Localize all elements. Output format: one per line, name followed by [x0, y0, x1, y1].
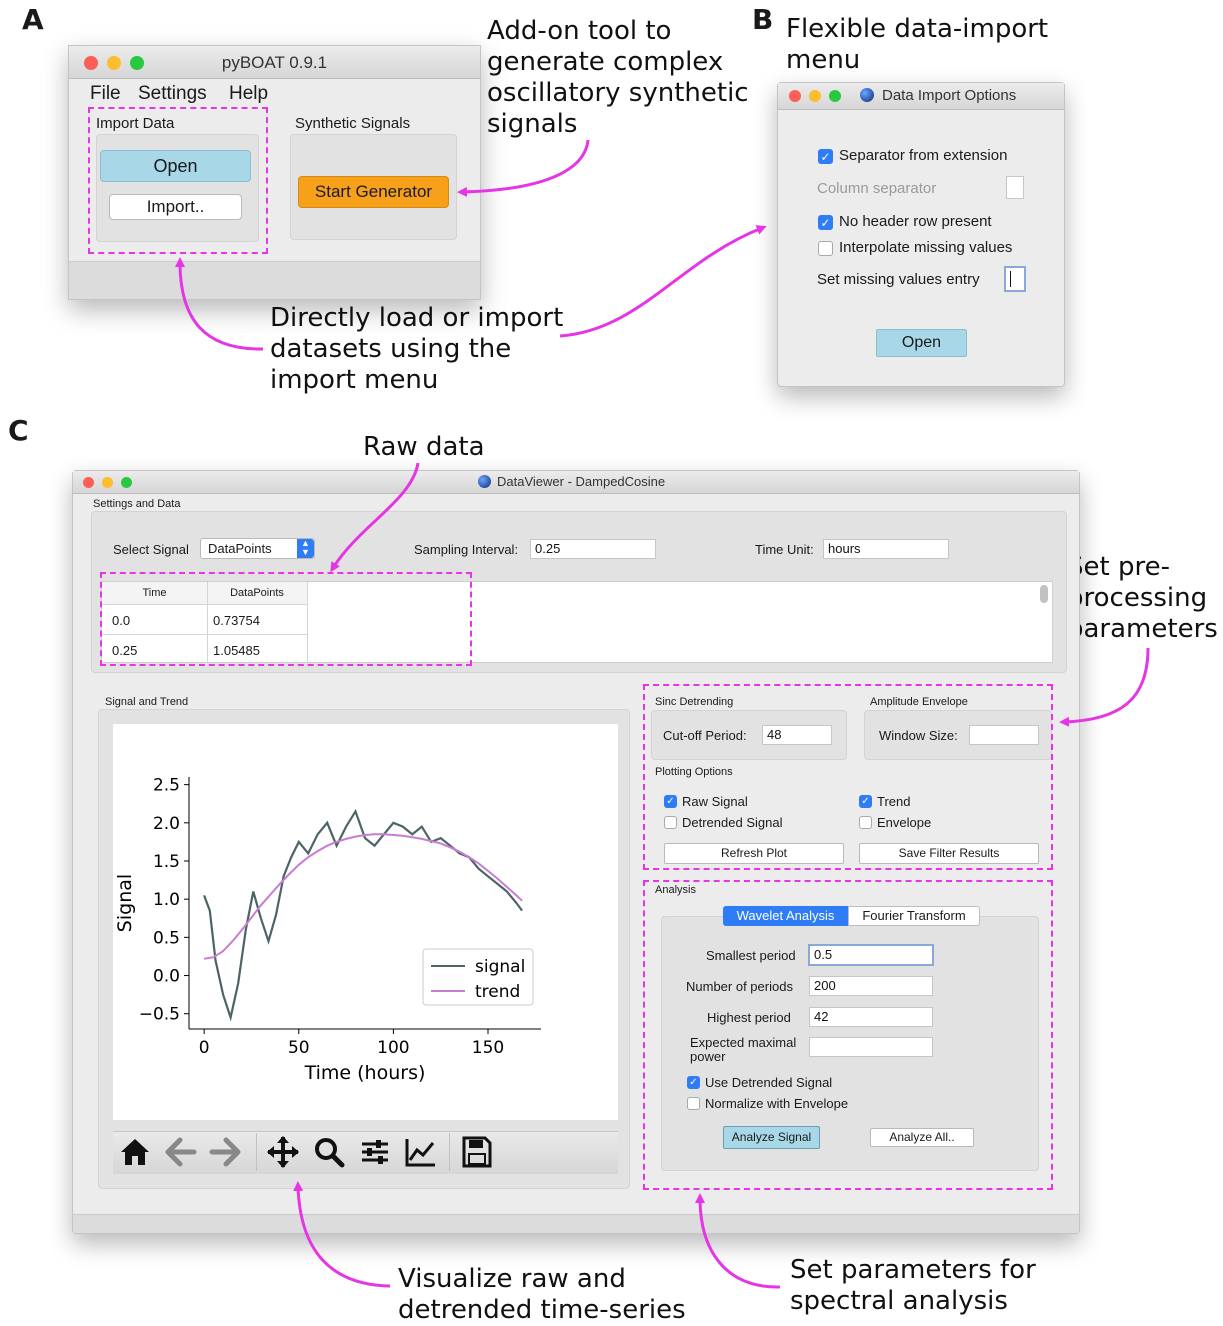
no-header-row-label: No header row present [839, 213, 992, 230]
raw-data-annotation: Raw data [363, 432, 485, 462]
y-axis-label: Signal [114, 874, 136, 932]
minimize-button[interactable] [809, 90, 821, 102]
panel-label-a: A [22, 3, 44, 36]
start-generator-button[interactable]: Start Generator [298, 176, 449, 208]
directly-load-annotation: Directly load or import datasets using t… [270, 303, 564, 395]
x-axis-label: Time (hours) [304, 1062, 426, 1084]
toolbar-separator [256, 1133, 257, 1171]
menu-settings[interactable]: Settings [138, 83, 207, 105]
edit-axis-icon[interactable] [404, 1136, 438, 1168]
y-tick-label: 1.5 [153, 852, 180, 872]
legend-label-signal: signal [475, 957, 525, 977]
dataviewer-titlebar: DataViewer - DampedCosine [73, 471, 1079, 494]
minimize-button[interactable] [102, 477, 113, 488]
window-title: pyBOAT 0.9.1 [221, 53, 328, 72]
y-tick-label: 0.0 [153, 967, 180, 987]
close-button[interactable] [83, 477, 94, 488]
table-scrollbar[interactable] [1040, 585, 1048, 603]
missing-values-entry-input[interactable] [1004, 266, 1026, 292]
x-tick-label: 50 [288, 1038, 310, 1058]
signal-plot[interactable]: −0.5 0.0 0.5 1.0 1.5 2.0 2.5 0 50 100 150 Time (hou… [113, 724, 618, 1120]
select-signal-label: Select Signal [113, 542, 189, 557]
data-import-window: Data Import Options ✓ Separator from ext… [777, 82, 1065, 387]
menu-help[interactable]: Help [229, 83, 268, 105]
zoom-icon[interactable] [313, 1136, 345, 1168]
app-logo-icon [860, 88, 874, 102]
y-tick-label: −0.5 [139, 1005, 180, 1025]
separator-from-extension-label: Separator from extension [839, 147, 1008, 164]
menu-file[interactable]: File [90, 83, 121, 105]
x-tick-label: 0 [199, 1038, 210, 1058]
select-signal-dropdown[interactable]: DataPoints ▲ ▼ [200, 538, 315, 559]
preprocessing-highlight-box [643, 684, 1053, 870]
time-unit-label: Time Unit: [755, 542, 814, 557]
y-tick-label: 0.5 [153, 928, 180, 948]
settings-data-group-label: Settings and Data [93, 498, 181, 510]
synthetic-signals-group-label: Synthetic Signals [295, 115, 411, 132]
x-tick-label: 150 [472, 1038, 504, 1058]
interpolate-missing-label: Interpolate missing values [839, 239, 1013, 256]
signal-trend-group-label: Signal and Trend [105, 696, 189, 708]
interpolate-missing-checkbox[interactable] [818, 241, 833, 256]
toolbar-separator [449, 1133, 450, 1171]
preprocessing-annotation: Set pre- processing parameters [1067, 552, 1218, 644]
spectral-annotation: Set parameters for spectral analysis [790, 1255, 1036, 1316]
pan-icon[interactable] [266, 1135, 300, 1169]
time-unit-input[interactable]: hours [823, 539, 949, 559]
app-logo-icon [478, 475, 491, 488]
missing-values-entry-label: Set missing values entry [817, 271, 980, 288]
y-tick-label: 2.5 [153, 776, 180, 796]
column-separator-label: Column separator [817, 180, 937, 197]
forward-arrow-icon[interactable] [209, 1137, 241, 1167]
addon-annotation: Add-on tool to generate complex oscillat… [487, 16, 749, 139]
close-button[interactable] [789, 90, 801, 102]
no-header-row-checkbox[interactable]: ✓ [818, 215, 833, 230]
open-button[interactable]: Open [876, 329, 967, 357]
home-icon[interactable] [118, 1136, 152, 1168]
separator-from-extension-checkbox[interactable]: ✓ [818, 149, 833, 164]
legend-label-trend: trend [475, 982, 520, 1002]
arrow-to-import-dialog [559, 225, 767, 338]
status-bar [69, 261, 480, 299]
pyboat-titlebar: pyBOAT 0.9.1 [69, 46, 480, 79]
analysis-highlight-box [643, 880, 1053, 1190]
column-separator-input[interactable] [1006, 176, 1024, 199]
configure-subplots-icon[interactable] [359, 1137, 391, 1167]
y-tick-label: 1.0 [153, 890, 180, 910]
zoom-button[interactable] [829, 90, 841, 102]
chevron-updown-icon: ▲ ▼ [297, 539, 314, 558]
save-icon[interactable] [462, 1136, 492, 1168]
back-arrow-icon[interactable] [165, 1137, 197, 1167]
select-signal-value: DataPoints [208, 541, 272, 556]
flexible-import-annotation: Flexible data-import menu [786, 14, 1049, 75]
import-highlight-box [88, 107, 268, 254]
sampling-interval-label: Sampling Interval: [414, 542, 519, 557]
raw-data-highlight-box [100, 572, 472, 666]
panel-label-c: C [8, 414, 29, 447]
window-title: DataViewer - DampedCosine [497, 474, 666, 489]
x-tick-label: 100 [377, 1038, 409, 1058]
dataviewer-status-bar [73, 1214, 1079, 1233]
zoom-button[interactable] [121, 477, 132, 488]
import-titlebar: Data Import Options [778, 83, 1064, 110]
window-title: Data Import Options [882, 87, 1017, 104]
visualize-annotation: Visualize raw and detrended time-series [398, 1264, 686, 1325]
y-tick-label: 2.0 [153, 814, 180, 834]
sampling-interval-input[interactable]: 0.25 [530, 539, 656, 559]
